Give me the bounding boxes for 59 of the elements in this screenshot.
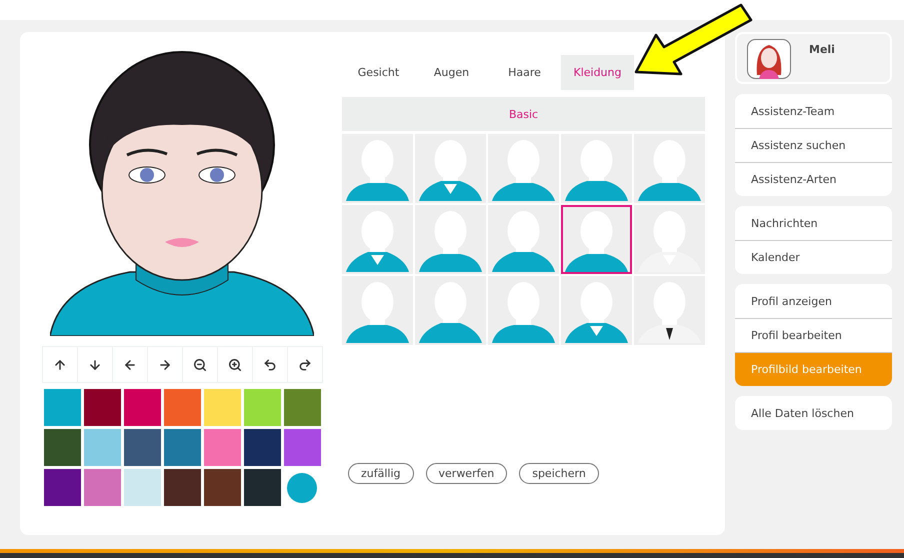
action-button[interactable]: speichern [519, 463, 599, 484]
color-swatch[interactable] [84, 429, 120, 466]
clothing-option[interactable] [415, 205, 486, 274]
clothing-option[interactable] [561, 276, 632, 345]
color-swatch[interactable] [164, 469, 200, 506]
action-button[interactable]: verwerfen [426, 463, 508, 484]
clothing-option[interactable] [342, 205, 413, 274]
clothing-option[interactable] [488, 134, 559, 203]
undo-button[interactable] [252, 347, 286, 382]
color-swatch[interactable] [84, 389, 120, 426]
clothing-option[interactable] [488, 205, 559, 274]
color-swatch[interactable] [124, 469, 160, 506]
action-button[interactable]: zufällig [348, 463, 414, 484]
color-swatch[interactable] [204, 429, 240, 466]
color-swatch[interactable] [44, 429, 80, 466]
move-right-button[interactable] [148, 347, 182, 382]
category-tab[interactable]: Haare [488, 55, 561, 90]
zoom-in-icon [228, 358, 242, 372]
color-swatch[interactable] [164, 429, 200, 466]
color-swatch[interactable] [84, 469, 120, 506]
zoom-out-button[interactable] [182, 347, 216, 382]
color-swatch[interactable] [124, 389, 160, 426]
move-up-button[interactable] [42, 347, 76, 382]
clothing-option[interactable] [488, 276, 559, 345]
color-swatch[interactable] [204, 389, 240, 426]
clothing-option[interactable] [634, 134, 705, 203]
clothing-option[interactable] [415, 276, 486, 345]
color-swatch[interactable] [244, 429, 280, 466]
color-swatch[interactable] [164, 389, 200, 426]
color-swatch[interactable] [204, 469, 240, 506]
color-swatch[interactable] [44, 469, 80, 506]
color-swatch[interactable] [244, 469, 280, 506]
color-swatch[interactable] [284, 429, 320, 466]
zoom-in-button[interactable] [218, 347, 252, 382]
subcategory-header: Basic [342, 97, 705, 131]
clothing-option[interactable] [561, 205, 632, 274]
redo-button[interactable] [288, 347, 322, 382]
arrow-right-icon [158, 358, 172, 372]
category-tab[interactable]: Gesicht [342, 55, 415, 90]
clothing-option[interactable] [342, 276, 413, 345]
zoom-out-icon [192, 358, 206, 372]
redo-icon [298, 358, 312, 372]
undo-icon [262, 358, 276, 372]
move-left-button[interactable] [112, 347, 146, 382]
category-tab[interactable]: Augen [415, 55, 488, 90]
menu-item[interactable]: Assistenz-Arten [735, 162, 892, 196]
clothing-option[interactable] [415, 134, 486, 203]
color-swatch[interactable] [124, 429, 160, 466]
move-down-button[interactable] [78, 347, 112, 382]
color-swatch[interactable] [284, 389, 320, 426]
color-swatch[interactable] [244, 389, 280, 426]
arrow-left-icon [122, 358, 136, 372]
category-tab[interactable]: Kleidung [561, 55, 634, 90]
color-swatch[interactable] [44, 389, 80, 426]
menu-item[interactable]: Kalender [735, 240, 892, 274]
profile-avatar-icon [747, 39, 791, 79]
clothing-option[interactable] [342, 134, 413, 203]
clothing-option[interactable] [561, 134, 632, 203]
profile-name: Meli [809, 43, 835, 58]
